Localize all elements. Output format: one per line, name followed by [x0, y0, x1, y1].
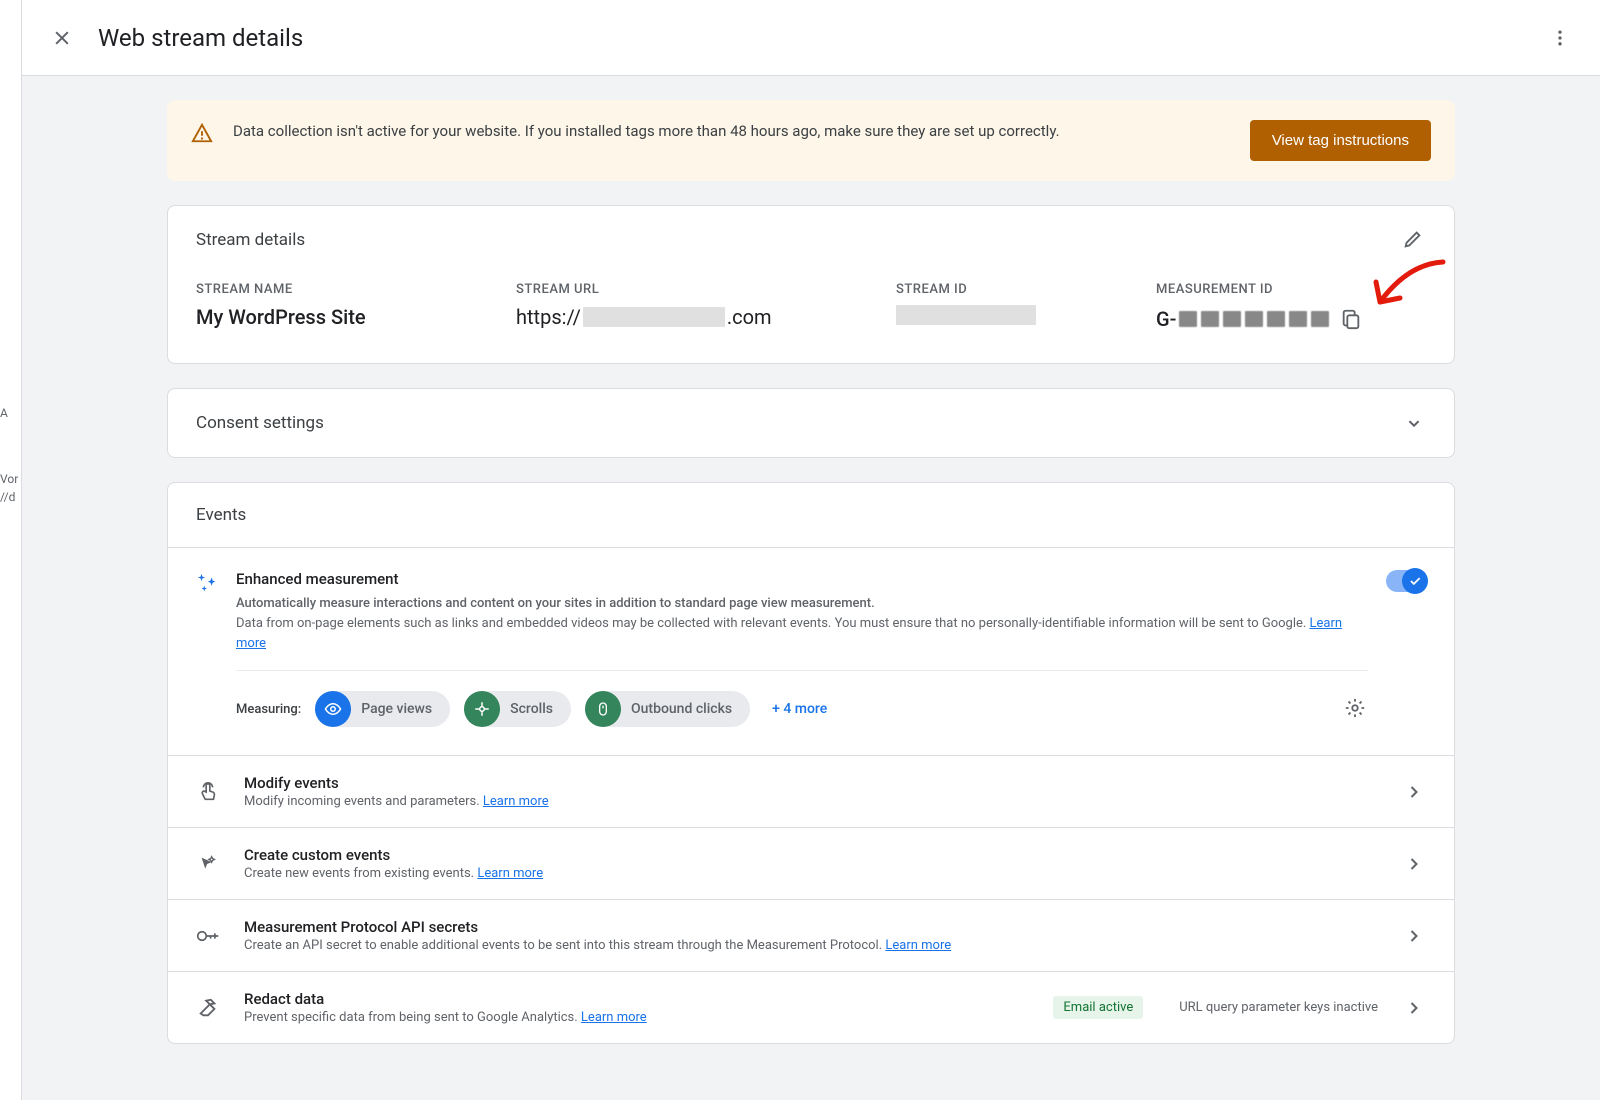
banner-text: Data collection isn't active for your we…	[233, 120, 1230, 143]
panel-header: Web stream details	[22, 0, 1600, 76]
touch-icon	[196, 781, 220, 803]
status-text: URL query parameter keys inactive	[1179, 1000, 1378, 1015]
measuring-chip-page-views: Page views	[315, 691, 450, 727]
enhanced-measurement-row: Enhanced measurement Automatically measu…	[168, 548, 1454, 755]
warning-banner: Data collection isn't active for your we…	[167, 100, 1455, 181]
row-title: Modify events	[244, 774, 1378, 792]
redacted-text	[583, 307, 725, 327]
sparkle-icon	[196, 572, 218, 594]
view-tag-instructions-button[interactable]: View tag instructions	[1250, 120, 1431, 161]
page-title: Web stream details	[98, 24, 303, 52]
card-title: Events	[196, 505, 246, 525]
chevron-right-icon	[1402, 996, 1426, 1020]
enhanced-measurement-title: Enhanced measurement	[236, 570, 1368, 588]
chevron-right-icon	[1402, 924, 1426, 948]
slide-over-panel: Web stream details Data collection isn't…	[22, 0, 1600, 1100]
warning-icon	[191, 122, 213, 144]
row-subtitle: Create new events from existing events. …	[244, 866, 1378, 881]
stream-name-value: My WordPress Site	[196, 305, 496, 329]
measuring-chip-outbound: Outbound clicks	[585, 691, 750, 727]
status-badge: Email active	[1053, 996, 1143, 1019]
row-title: Create custom events	[244, 846, 1378, 864]
enhanced-measurement-subtitle: Automatically measure interactions and c…	[236, 594, 1368, 614]
row-subtitle: Modify incoming events and parameters. L…	[244, 794, 1378, 809]
measuring-label: Measuring:	[236, 702, 301, 717]
copy-icon[interactable]	[1340, 305, 1368, 333]
eraser-icon	[196, 997, 220, 1019]
more-menu-icon[interactable]	[1548, 26, 1572, 50]
stream-id-value	[896, 305, 1136, 325]
card-title: Stream details	[196, 230, 305, 250]
stream-url-value: https://.com	[516, 305, 876, 329]
row-title: Redact data	[244, 990, 1029, 1008]
stream-id-label: STREAM ID	[896, 282, 1136, 297]
redact-data-row[interactable]: Redact data Prevent specific data from b…	[168, 971, 1454, 1043]
more-chips-link[interactable]: + 4 more	[772, 701, 827, 717]
modify-events-row[interactable]: Modify events Modify incoming events and…	[168, 755, 1454, 827]
learn-more-link[interactable]: Learn more	[885, 938, 951, 953]
stream-url-label: STREAM URL	[516, 282, 876, 297]
measuring-row: Measuring: Page views Scrolls	[236, 670, 1368, 733]
cursor-sparkle-icon	[196, 853, 220, 875]
measurement-id-value: G-	[1156, 305, 1426, 333]
close-icon[interactable]	[50, 26, 74, 50]
chevron-right-icon	[1402, 780, 1426, 804]
create-custom-events-row[interactable]: Create custom events Create new events f…	[168, 827, 1454, 899]
enhanced-measurement-description: Data from on-page elements such as links…	[236, 614, 1368, 654]
measurement-id-label: MEASUREMENT ID	[1156, 282, 1426, 297]
card-title: Consent settings	[196, 413, 324, 433]
measuring-chip-scrolls: Scrolls	[464, 691, 571, 727]
gear-icon[interactable]	[1344, 697, 1368, 721]
scroll-icon	[464, 691, 500, 727]
row-subtitle: Prevent specific data from being sent to…	[244, 1010, 1029, 1025]
chevron-right-icon	[1402, 852, 1426, 876]
learn-more-link[interactable]: Learn more	[483, 794, 549, 809]
redacted-text	[896, 305, 1036, 325]
obscured-background-panel: A Vor //d	[0, 0, 22, 1100]
consent-settings-card[interactable]: Consent settings	[167, 388, 1455, 458]
learn-more-link[interactable]: Learn more	[477, 866, 543, 881]
key-icon	[196, 926, 220, 946]
chevron-down-icon[interactable]	[1402, 411, 1426, 435]
enhanced-measurement-toggle[interactable]	[1386, 570, 1426, 592]
stream-details-card: Stream details STREAM NAME My WordPress …	[167, 205, 1455, 364]
row-title: Measurement Protocol API secrets	[244, 918, 1378, 936]
events-card: Events Enhanced measurement Automaticall…	[167, 482, 1455, 1044]
learn-more-link[interactable]: Learn more	[581, 1010, 647, 1025]
api-secrets-row[interactable]: Measurement Protocol API secrets Create …	[168, 899, 1454, 971]
row-subtitle: Create an API secret to enable additiona…	[244, 938, 1378, 953]
edit-icon[interactable]	[1402, 228, 1426, 252]
stream-name-label: STREAM NAME	[196, 282, 496, 297]
eye-icon	[315, 691, 351, 727]
mouse-icon	[585, 691, 621, 727]
